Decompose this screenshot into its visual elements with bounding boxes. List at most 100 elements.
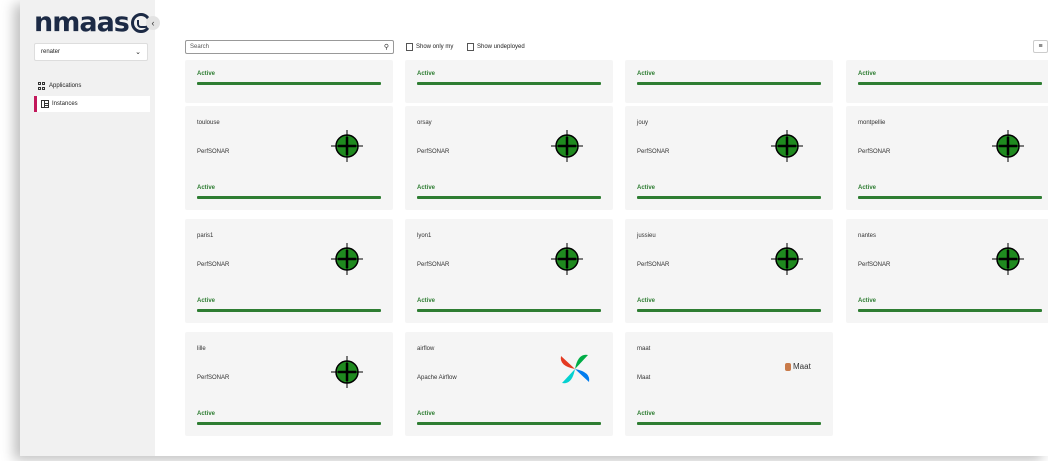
status-label: Active xyxy=(197,298,216,304)
status-label: Active xyxy=(417,298,436,304)
checkbox-label: Show undeployed xyxy=(477,44,525,50)
perfsonar-icon xyxy=(331,243,363,275)
instance-card[interactable]: Active xyxy=(405,60,613,103)
status-label: Active xyxy=(197,71,216,77)
instance-card[interactable]: lille PerfSONAR Active xyxy=(185,332,393,436)
view-toggle-button[interactable]: ≡ xyxy=(1033,40,1048,53)
instance-name: jouy xyxy=(637,120,649,126)
status-label: Active xyxy=(417,411,436,417)
status-bar xyxy=(858,196,1042,199)
instance-card[interactable]: paris1 PerfSONAR Active xyxy=(185,219,393,323)
instance-name: maat xyxy=(637,346,651,352)
instance-name: orsay xyxy=(417,120,432,126)
sidebar-item-label: Applications xyxy=(49,83,82,89)
perfsonar-icon xyxy=(551,243,583,275)
show-undeployed-checkbox[interactable]: Show undeployed xyxy=(467,42,525,52)
instance-card[interactable]: jussieu PerfSONAR Active xyxy=(625,219,833,323)
instance-name: jussieu xyxy=(637,233,656,239)
status-bar xyxy=(858,309,1042,312)
instance-name: airflow xyxy=(417,346,435,352)
perfsonar-icon xyxy=(331,130,363,162)
sidebar: nmaas renater ⌄ Applications Instances xyxy=(20,0,155,456)
instance-card[interactable]: Active xyxy=(625,60,833,103)
status-bar xyxy=(858,82,1042,85)
instance-name: lille xyxy=(197,346,206,352)
instance-name: toulouse xyxy=(197,120,220,126)
instance-card[interactable]: montpellie PerfSONAR Active xyxy=(846,106,1048,210)
status-bar xyxy=(197,82,381,85)
search-input[interactable]: Search ⚲ xyxy=(185,40,394,54)
checkbox-box[interactable] xyxy=(406,43,413,51)
perfsonar-icon xyxy=(551,130,583,162)
grid-icon xyxy=(38,82,46,90)
status-label: Active xyxy=(637,411,656,417)
instance-card[interactable]: toulouse PerfSONAR Active xyxy=(185,106,393,210)
status-bar xyxy=(417,82,601,85)
instance-app: PerfSONAR xyxy=(197,149,230,155)
perfsonar-icon xyxy=(771,130,803,162)
checkbox-box[interactable] xyxy=(467,43,474,51)
instance-app: PerfSONAR xyxy=(637,149,670,155)
status-label: Active xyxy=(417,185,436,191)
logo-text: nmaas xyxy=(34,7,130,38)
status-label: Active xyxy=(858,71,877,77)
instance-name: lyon1 xyxy=(417,233,432,239)
search-icon[interactable]: ⚲ xyxy=(384,43,389,51)
sidebar-item-applications[interactable]: Applications xyxy=(34,78,150,94)
instance-app: PerfSONAR xyxy=(197,375,230,381)
status-bar xyxy=(637,422,821,425)
status-label: Active xyxy=(637,185,656,191)
chevron-down-icon: ⌄ xyxy=(135,49,141,56)
airflow-icon xyxy=(558,352,592,386)
status-bar xyxy=(417,196,601,199)
instance-name: montpellie xyxy=(858,120,886,126)
instance-card[interactable]: Active xyxy=(185,60,393,103)
instance-app: PerfSONAR xyxy=(858,149,891,155)
status-label: Active xyxy=(858,185,877,191)
instance-app: PerfSONAR xyxy=(858,262,891,268)
instance-app: PerfSONAR xyxy=(197,262,230,268)
instance-name: paris1 xyxy=(197,233,214,239)
status-bar xyxy=(197,422,381,425)
status-label: Active xyxy=(417,71,436,77)
search-placeholder: Search xyxy=(190,44,210,50)
maat-icon: Maat xyxy=(785,362,811,371)
sidebar-item-instances[interactable]: Instances xyxy=(34,96,150,112)
app-window: nmaas renater ⌄ Applications Instances ‹… xyxy=(20,0,1048,456)
status-bar xyxy=(637,309,821,312)
database-icon xyxy=(785,362,791,371)
checkbox-label: Show only my xyxy=(416,44,454,50)
nmaas-logo[interactable]: nmaas xyxy=(34,7,151,38)
perfsonar-icon xyxy=(771,243,803,275)
status-label: Active xyxy=(637,71,656,77)
perfsonar-icon xyxy=(992,243,1024,275)
instance-card[interactable]: Active xyxy=(846,60,1048,103)
perfsonar-icon xyxy=(992,130,1024,162)
collapse-sidebar-button[interactable]: ‹ xyxy=(146,16,160,30)
show-only-my-checkbox[interactable]: Show only my xyxy=(406,42,453,52)
perfsonar-icon xyxy=(331,356,363,388)
instance-card[interactable]: jouy PerfSONAR Active xyxy=(625,106,833,210)
status-bar xyxy=(197,196,381,199)
instance-card[interactable]: lyon1 PerfSONAR Active xyxy=(405,219,613,323)
instance-card[interactable]: airflow Apache Airflow Active xyxy=(405,332,613,436)
status-bar xyxy=(637,196,821,199)
instance-app: PerfSONAR xyxy=(417,262,450,268)
tenant-select[interactable]: renater ⌄ xyxy=(34,43,148,61)
list-icon xyxy=(41,100,49,108)
status-bar xyxy=(417,309,601,312)
instance-app: Maat xyxy=(637,375,651,381)
status-bar xyxy=(197,309,381,312)
sidebar-item-label: Instances xyxy=(52,101,78,107)
instance-app: PerfSONAR xyxy=(417,149,450,155)
status-label: Active xyxy=(197,185,216,191)
instance-card[interactable]: maat Maat Maat Active xyxy=(625,332,833,436)
instance-name: nantes xyxy=(858,233,877,239)
maat-logo-text: Maat xyxy=(793,362,811,371)
instance-card[interactable]: nantes PerfSONAR Active xyxy=(846,219,1048,323)
status-bar xyxy=(417,422,601,425)
status-label: Active xyxy=(197,411,216,417)
status-bar xyxy=(637,82,821,85)
instance-card[interactable]: orsay PerfSONAR Active xyxy=(405,106,613,210)
status-label: Active xyxy=(858,298,877,304)
